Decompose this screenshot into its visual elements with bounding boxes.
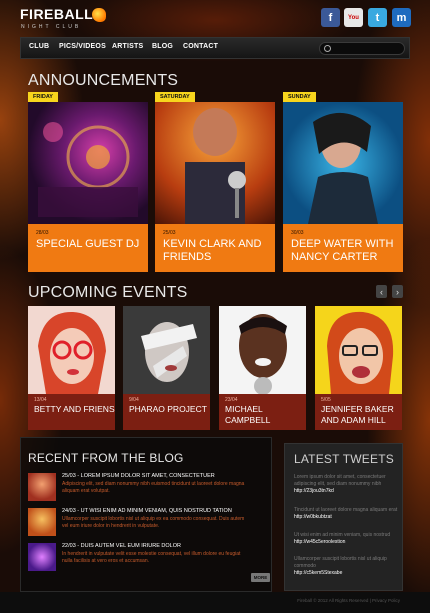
tweet-text: Tincidunt ut laoreet dolore magna aliqua… <box>294 507 398 513</box>
footer: Fireball © 2012 All Rights Reserved | Pr… <box>0 592 430 613</box>
main-nav: CLUB PICS/VIDEOS ARTISTS BLOG CONTACT <box>20 37 410 59</box>
announcements-heading: ANNOUNCEMENTS <box>28 72 179 89</box>
blog-post-title: 22/03 - DUIS AUTEM VEL EUM IRIURE DOLOR <box>62 543 181 549</box>
day-tag: SATURDAY <box>155 92 195 102</box>
excerpt-line: Adipiscing elit, sed diam nonummy nibh e… <box>62 481 245 487</box>
excerpt-line: Ullamcorper suscipit lobortis nisl ut al… <box>62 516 245 522</box>
event-card[interactable]: 5/05 JENNIFER BAKER AND ADAM HILL <box>315 306 402 430</box>
youtube-icon[interactable]: You <box>344 8 363 27</box>
man-singing-photo <box>219 306 306 394</box>
event-date: 13/04 <box>34 397 47 403</box>
day-tag: FRIDAY <box>28 92 58 102</box>
fireball-icon <box>92 8 106 22</box>
event-date: 9/04 <box>129 397 139 403</box>
blog-thumbnail <box>28 473 56 501</box>
nav-contact[interactable]: CONTACT <box>183 43 218 50</box>
woman-water-photo <box>283 102 403 224</box>
woman-glasses-photo <box>28 306 115 394</box>
blog-post[interactable]: 25/03 - LOREM IPSUM DOLOR SIT AMET, CONS… <box>28 473 268 505</box>
nav-club[interactable]: CLUB <box>29 43 49 50</box>
tweet-link[interactable]: http://23jou3tn7kd <box>294 488 334 494</box>
masked-woman-photo <box>123 306 210 394</box>
event-date: 30/03 <box>291 230 304 236</box>
tweet-text: Ullamcorper suscipit lobortis nisl ut al… <box>294 556 387 569</box>
myspace-icon[interactable]: m <box>392 8 411 27</box>
logo-text: FIREBALL <box>20 6 94 22</box>
next-arrow-button[interactable]: › <box>392 285 403 298</box>
event-title: KEVIN CLARK AND FRIENDS <box>163 238 262 263</box>
facebook-icon[interactable]: f <box>321 8 340 27</box>
event-info: 23/04 MICHAEL CAMPBELL <box>219 394 306 430</box>
excerpt-line: In hendrerit in vulputate velit esse mol… <box>62 551 241 557</box>
event-card[interactable]: 13/04 BETTY AND FRIENS <box>28 306 115 430</box>
event-card[interactable]: 9/04 PHARAO PROJECT <box>123 306 210 430</box>
tweet-link[interactable]: http://w0bkubtzat <box>294 514 332 520</box>
event-date: 23/04 <box>225 397 238 403</box>
blog-post[interactable]: 24/03 - UT WISI ENIM AD MINIM VENIAM, QU… <box>28 508 268 540</box>
event-info: 9/04 PHARAO PROJECT <box>123 394 210 430</box>
search-input[interactable] <box>319 42 405 55</box>
prev-arrow-button[interactable]: ‹ <box>376 285 387 298</box>
logo-tagline: NIGHT CLUB <box>21 24 82 30</box>
event-title: DEEP WATER WITH NANCY CARTER <box>291 238 394 263</box>
nav-pics-videos[interactable]: PICS/VIDEOS <box>59 43 106 50</box>
blog-post-excerpt: Adipiscing elit, sed diam nonummy nibh e… <box>62 481 268 495</box>
announcement-info: 28/03 SPECIAL GUEST DJ <box>28 224 148 272</box>
event-info: 5/05 JENNIFER BAKER AND ADAM HILL <box>315 394 402 430</box>
excerpt-line: aliquam erat volutpat. <box>62 488 110 494</box>
day-tag: SUNDAY <box>283 92 316 102</box>
event-date: 25/03 <box>163 230 176 236</box>
blog-post-title: 24/03 - UT WISI ENIM AD MINIM VENIAM, QU… <box>62 508 232 514</box>
event-title: MICHAEL CAMPBELL <box>225 404 271 425</box>
dj-photo <box>28 102 148 224</box>
blog-post-excerpt: Ullamcorper suscipit lobortis nisl ut al… <box>62 516 268 530</box>
announcement-card[interactable]: 25/03 KEVIN CLARK AND FRIENDS <box>155 102 275 272</box>
more-button[interactable]: MORE <box>251 573 270 582</box>
event-title: SPECIAL GUEST DJ <box>36 238 140 250</box>
event-title: PHARAO PROJECT <box>129 404 207 414</box>
blog-post-title: 25/03 - LOREM IPSUM DOLOR SIT AMET, CONS… <box>62 473 215 479</box>
woman-laughing-photo <box>315 306 402 394</box>
blog-post-excerpt: In hendrerit in vulputate velit esse mol… <box>62 551 268 565</box>
upcoming-events-heading: UPCOMING EVENTS <box>28 284 188 301</box>
announcement-info: 25/03 KEVIN CLARK AND FRIENDS <box>155 224 275 272</box>
blog-heading: RECENT FROM THE BLOG <box>28 451 184 465</box>
footer-text: Fireball © 2012 All Rights Reserved | Pr… <box>297 598 400 603</box>
tweet-link[interactable]: http://w45c5eroolestion <box>294 539 345 545</box>
chevron-left-icon: ‹ <box>380 286 383 297</box>
search-icon <box>324 45 331 52</box>
nav-artists[interactable]: ARTISTS <box>112 43 143 50</box>
event-card[interactable]: 23/04 MICHAEL CAMPBELL <box>219 306 306 430</box>
announcement-info: 30/03 DEEP WATER WITH NANCY CARTER <box>283 224 403 272</box>
blog-thumbnail <box>28 543 56 571</box>
tweet: Lorem ipsum dolor sit amet, consectetuer… <box>294 474 398 495</box>
tweet: Ullamcorper suscipit lobortis nisl ut al… <box>294 556 398 577</box>
chevron-right-icon: › <box>396 286 399 297</box>
event-date: 5/05 <box>321 397 331 403</box>
blog-post[interactable]: 22/03 - DUIS AUTEM VEL EUM IRIURE DOLOR … <box>28 543 268 575</box>
tweet-text: Lorem ipsum dolor sit amet, consectetuer… <box>294 474 386 487</box>
announcement-card[interactable]: 30/03 DEEP WATER WITH NANCY CARTER <box>283 102 403 272</box>
singer-photo <box>155 102 275 224</box>
tweet-text: Ut wisi enim ad minim veniam, quis nostr… <box>294 532 391 538</box>
blog-thumbnail <box>28 508 56 536</box>
event-info: 13/04 BETTY AND FRIENS <box>28 394 115 430</box>
twitter-icon[interactable]: t <box>368 8 387 27</box>
tweet-link[interactable]: http://c5kem5Stexabe <box>294 570 342 576</box>
event-date: 28/03 <box>36 230 49 236</box>
event-title: BETTY AND FRIENS <box>34 404 115 414</box>
tweets-heading: LATEST TWEETS <box>294 452 394 466</box>
nav-blog[interactable]: BLOG <box>152 43 173 50</box>
tweet: Tincidunt ut laoreet dolore magna aliqua… <box>294 507 398 521</box>
tweet: Ut wisi enim ad minim veniam, quis nostr… <box>294 532 398 546</box>
excerpt-line: nulla facilisis at vero eros et accumsan… <box>62 558 149 564</box>
site-logo[interactable]: FIREBALL NIGHT CLUB <box>20 6 110 36</box>
event-title: JENNIFER BAKER AND ADAM HILL <box>321 404 394 425</box>
announcement-card[interactable]: 28/03 SPECIAL GUEST DJ <box>28 102 148 272</box>
excerpt-line: vel eum iriure dolor in hendrerit in vul… <box>62 523 160 529</box>
